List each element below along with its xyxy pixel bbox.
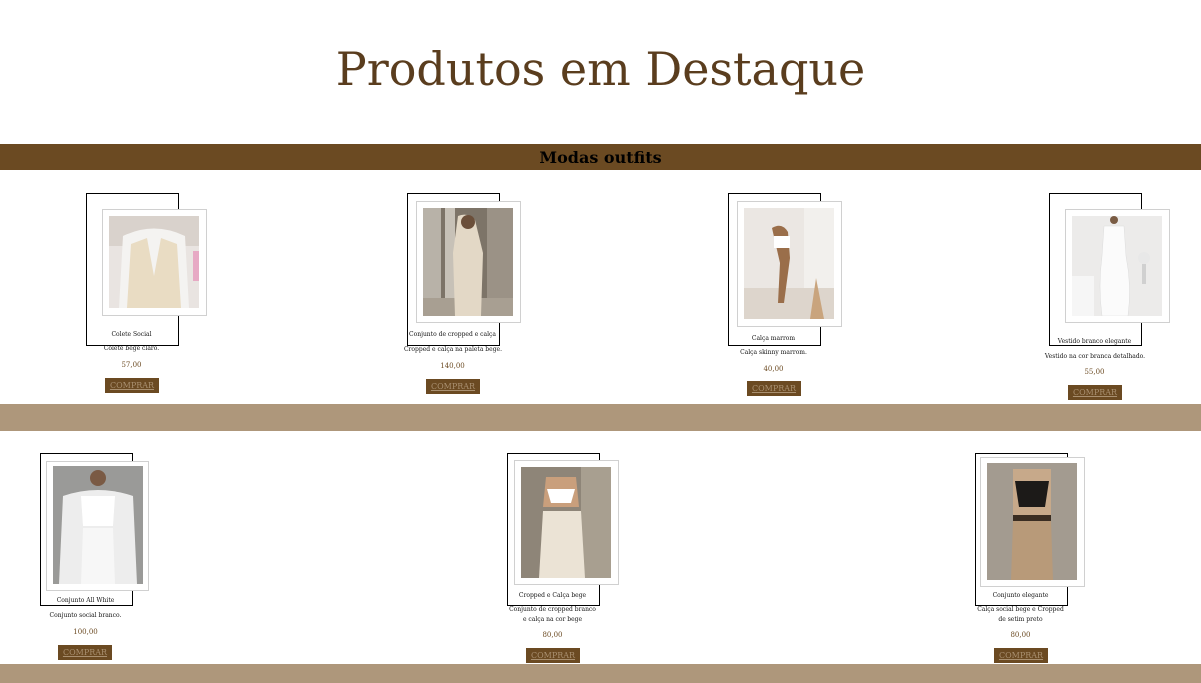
product-image[interactable] — [53, 466, 143, 584]
buy-button[interactable]: COMPRAR — [426, 379, 480, 394]
product-description: Conjunto de cropped branco e calça na co… — [509, 606, 596, 623]
product-name: Colete Social — [111, 331, 152, 338]
product-name: Conjunto de cropped e calça — [409, 331, 496, 338]
product-price: 80,00 — [542, 631, 563, 639]
product-image[interactable] — [109, 216, 199, 308]
product-description: Calça skinny marrom. — [740, 349, 807, 356]
section-header: Modas outfits — [0, 144, 1201, 170]
buy-button[interactable]: COMPRAR — [1068, 385, 1122, 400]
product-description: Cropped e calça na paleta bege. — [403, 346, 503, 353]
product-description: Vestido na cor branca detalhado. — [1044, 353, 1146, 360]
row-divider — [0, 664, 1201, 683]
product-price: 100,00 — [73, 628, 98, 636]
product-name: Conjunto All White — [56, 597, 115, 604]
buy-button[interactable]: COMPRAR — [58, 645, 112, 660]
product-price: 140,00 — [440, 362, 465, 370]
product-name: Cropped e Calça bege — [518, 592, 587, 599]
buy-button[interactable]: COMPRAR — [105, 378, 159, 393]
product-image[interactable] — [521, 467, 611, 578]
row-divider — [0, 404, 1201, 431]
product-price: 55,00 — [1084, 368, 1105, 376]
product-description: Colete bege claro. — [103, 345, 160, 352]
page-title: Produtos em Destaque — [335, 42, 866, 96]
product-name: Vestido branco elegante — [1057, 338, 1132, 345]
product-price: 57,00 — [121, 361, 142, 369]
product-name: Conjunto elegante — [992, 592, 1049, 599]
buy-button[interactable]: COMPRAR — [526, 648, 580, 663]
product-description: Calça social bege e Cropped de setim pre… — [977, 606, 1064, 623]
product-price: 40,00 — [763, 365, 784, 373]
product-image[interactable] — [1072, 216, 1162, 316]
product-description: Conjunto social branco. — [49, 612, 122, 619]
product-image[interactable] — [423, 208, 513, 316]
buy-button[interactable]: COMPRAR — [994, 648, 1048, 663]
buy-button[interactable]: COMPRAR — [747, 381, 801, 396]
product-price: 80,00 — [1010, 631, 1031, 639]
product-name: Calça marrom — [751, 335, 796, 342]
product-image[interactable] — [987, 463, 1077, 580]
product-image[interactable] — [744, 208, 834, 319]
